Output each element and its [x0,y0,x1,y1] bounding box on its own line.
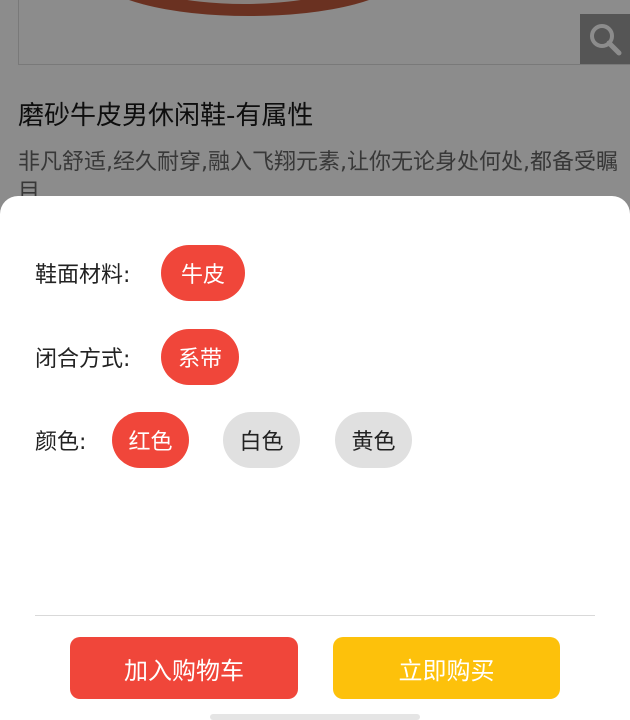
attr-row-color: 颜色: 红色 白色 黄色 [35,412,412,468]
attr-label-closure: 闭合方式: [35,347,131,372]
attr-row-upper-material: 鞋面材料: 牛皮 [35,245,245,301]
attribute-sheet: 鞋面材料: 牛皮 闭合方式: 系带 颜色: 红色 白色 黄色 加入购物车 立即购… [0,196,630,720]
option-white[interactable]: 白色 [223,412,300,468]
home-indicator[interactable] [210,714,420,720]
option-cowhide[interactable]: 牛皮 [161,245,245,301]
attr-row-closure: 闭合方式: 系带 [35,329,239,385]
divider [35,615,595,616]
option-lace-up[interactable]: 系带 [161,329,239,385]
add-to-cart-button[interactable]: 加入购物车 [70,637,298,699]
option-red[interactable]: 红色 [112,412,189,468]
attr-label-upper-material: 鞋面材料: [35,263,131,288]
buy-now-button[interactable]: 立即购买 [333,637,560,699]
option-yellow[interactable]: 黄色 [335,412,412,468]
attr-label-color: 颜色: [35,430,87,455]
